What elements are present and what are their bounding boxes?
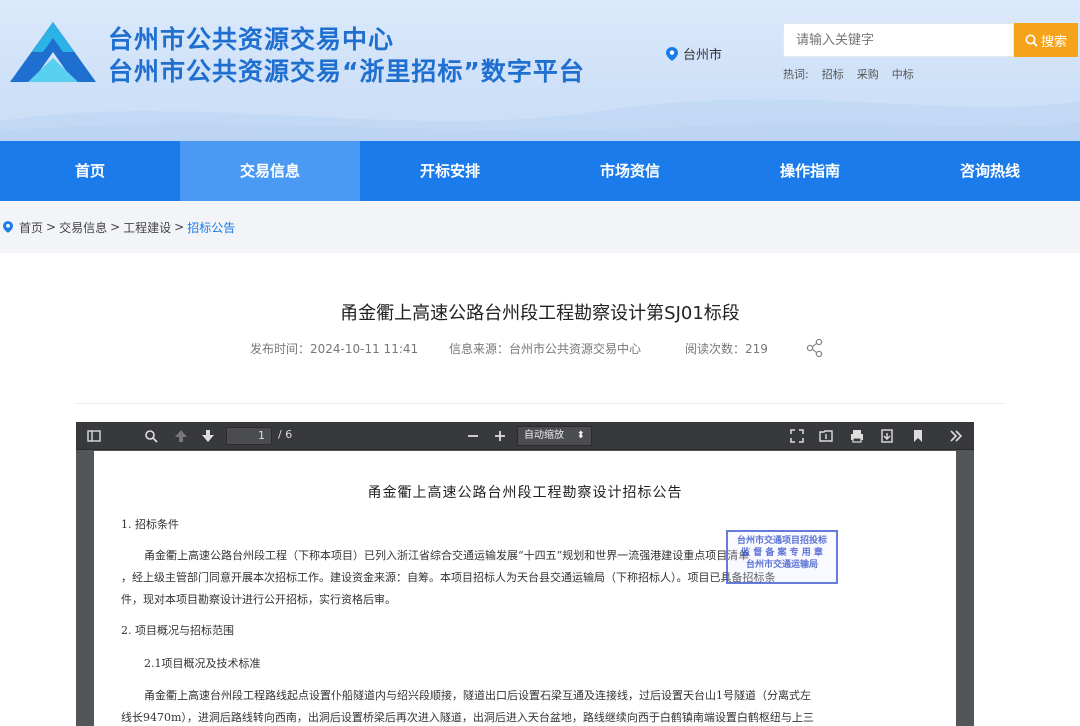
stamp-line: 台州市交通运输局 [745, 560, 818, 570]
location-pin-icon [666, 46, 678, 61]
nav-item-home[interactable]: 首页 [0, 141, 180, 201]
site-logo-icon[interactable] [8, 18, 98, 86]
section-heading: 1. 招标条件 [121, 518, 179, 531]
zoom-select-value: 自动缩放 [524, 430, 564, 441]
nav-item-guide[interactable]: 操作指南 [720, 141, 900, 201]
presentation-mode-icon[interactable] [789, 428, 805, 444]
zoom-select[interactable]: 自动缩放 ⬍ [517, 426, 592, 446]
document-title: 甬金衢上高速公路台州段工程勘察设计招标公告 [367, 485, 683, 501]
info-source: 信息来源：台州市公共资源交易中心 [449, 342, 642, 356]
search-icon [1025, 34, 1038, 47]
view-count: 阅读次数：219 [685, 342, 768, 356]
breadcrumb: 首页 > 交易信息 > 工程建设 > 招标公告 [0, 201, 1080, 253]
search-button-label: 搜索 [1040, 34, 1067, 50]
hotword-item[interactable]: 采购 [857, 66, 879, 82]
publish-time: 发布时间：2024-10-11 11:41 [250, 342, 419, 356]
site-title-line2: 台州市公共资源交易“浙里招标”数字平台 [108, 57, 585, 86]
search-input[interactable] [783, 23, 1014, 57]
section-heading: 2. 项目概况与招标范围 [121, 624, 234, 637]
paragraph-line: 甬金衢上高速公路台州段工程（下称本项目）已列入浙江省综合交通运输发展“十四五”规… [144, 549, 750, 562]
main-nav: 首页 交易信息 开标安排 市场资信 操作指南 咨询热线 [0, 141, 1080, 201]
tools-chevron-icon[interactable] [948, 428, 964, 444]
chevron-down-icon: ⬍ [576, 430, 585, 441]
pdf-toolbar: 1 / 6 自动缩放 ⬍ [76, 422, 974, 450]
subsection-heading: 2.1项目概况及技术标准 [144, 657, 261, 670]
site-header: 台州市公共资源交易中心 台州市公共资源交易“浙里招标”数字平台 台州市 搜索 热… [0, 0, 1080, 141]
nav-item-hotline[interactable]: 咨询热线 [900, 141, 1080, 201]
paragraph-line: 件，现对本项目勘察设计进行公开招标，实行资格后审。 [121, 593, 396, 606]
share-icon[interactable] [806, 338, 824, 358]
content-divider [75, 403, 1005, 404]
location-label: 台州市 [683, 48, 723, 63]
location-pin-icon [3, 221, 13, 233]
search-button[interactable]: 搜索 [1014, 23, 1078, 57]
official-stamp: 台州市交通项目招投标 监 督 备 案 专 用 章 台州市交通运输局 [726, 530, 838, 584]
breadcrumb-item-trade-info[interactable]: 交易信息 [59, 219, 107, 236]
paragraph-line: 甬金衢上高速台州段工程路线起点设置仆船隧道内与绍兴段顺接，隧道出口后设置石梁互通… [144, 689, 811, 702]
breadcrumb-item-construction[interactable]: 工程建设 [123, 219, 171, 236]
print-icon[interactable] [849, 428, 865, 444]
open-file-icon[interactable] [818, 428, 834, 444]
article-title: 甬金衢上高速公路台州段工程勘察设计第SJ01标段 [340, 303, 740, 324]
previous-page-icon[interactable] [173, 428, 189, 444]
sidebar-toggle-icon[interactable] [86, 428, 102, 444]
zoom-in-icon[interactable] [492, 428, 508, 444]
stamp-line: 台州市交通项目招投标 [736, 536, 827, 546]
breadcrumb-separator: > [110, 220, 121, 234]
bookmark-icon[interactable] [910, 428, 926, 444]
nav-item-bid-schedule[interactable]: 开标安排 [360, 141, 540, 201]
hotword-item[interactable]: 招标 [822, 66, 844, 82]
nav-item-trade-info[interactable]: 交易信息 [180, 141, 360, 201]
hotwords: 热词: 招标 采购 中标 [783, 66, 914, 82]
breadcrumb-separator: > [46, 220, 57, 234]
paragraph-line: 线长9470m），进洞后路线转向西南，出洞后设置桥梁后再次进入隧道，出洞后进入天… [121, 711, 814, 724]
breadcrumb-item-current[interactable]: 招标公告 [187, 219, 235, 236]
breadcrumb-item-home[interactable]: 首页 [19, 219, 43, 236]
hotwords-label: 热词: [783, 68, 809, 81]
pdf-page: 甬金衢上高速公路台州段工程勘察设计招标公告 1. 招标条件 甬金衢上高速公路台州… [94, 451, 956, 726]
header-wave-decoration [0, 99, 1080, 141]
next-page-icon[interactable] [200, 428, 216, 444]
site-title-line1: 台州市公共资源交易中心 [108, 25, 395, 54]
location-selector[interactable]: 台州市 [666, 44, 722, 63]
hotword-item[interactable]: 中标 [892, 66, 914, 82]
breadcrumb-separator: > [174, 220, 185, 234]
download-icon[interactable] [879, 428, 895, 444]
zoom-out-icon[interactable] [465, 428, 481, 444]
nav-item-market-credit[interactable]: 市场资信 [540, 141, 720, 201]
stamp-line: 监 督 备 案 专 用 章 [741, 548, 823, 558]
paragraph-line: ，经上级主管部门同意开展本次招标工作。建设资金来源：自筹。本项目招标人为天台县交… [121, 571, 776, 584]
page-total: / 6 [278, 428, 293, 441]
page-number-input[interactable]: 1 [226, 427, 272, 445]
pdf-viewer[interactable]: 1 / 6 自动缩放 ⬍ 甬金衢上高速公路台州段工程勘察设计招标公告 1. 招标… [76, 422, 974, 726]
find-icon[interactable] [143, 428, 159, 444]
